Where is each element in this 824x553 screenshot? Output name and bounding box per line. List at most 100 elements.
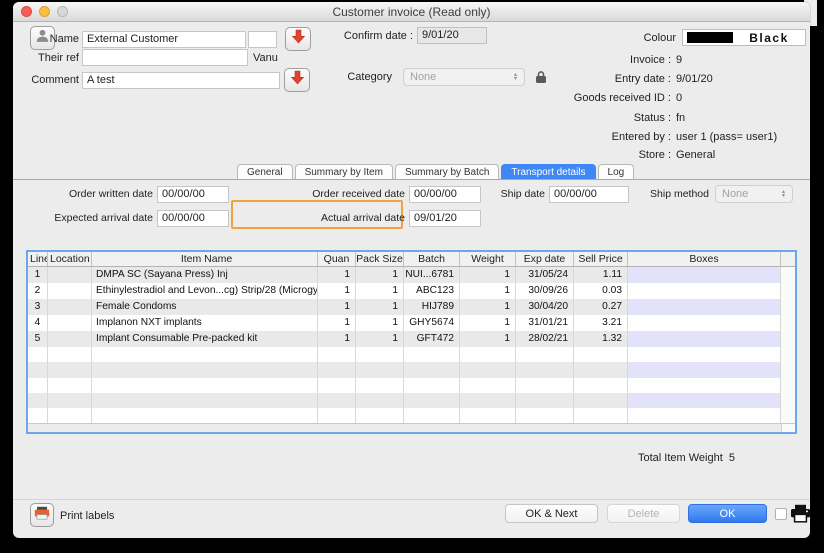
cell-boxes: [628, 315, 781, 331]
column-header-batch[interactable]: Batch: [404, 252, 460, 266]
v-scrollbar[interactable]: [781, 347, 795, 362]
v-scrollbar[interactable]: [781, 331, 795, 347]
table-row-empty[interactable]: [28, 347, 795, 362]
cell-item-name: Implanon NXT implants: [92, 315, 318, 331]
v-scrollbar[interactable]: [781, 408, 795, 423]
cell-item-name: Ethinylestradiol and Levon...cg) Strip/2…: [92, 283, 318, 299]
invoice-lines-table: Line Location Item Name Quan Pack Size B…: [26, 250, 797, 434]
ok-button[interactable]: OK: [688, 504, 767, 523]
column-header-line[interactable]: Line: [28, 252, 48, 266]
column-header-item-name[interactable]: Item Name: [92, 252, 318, 266]
column-header-pack-size[interactable]: Pack Size: [356, 252, 404, 266]
table-row-empty[interactable]: [28, 378, 795, 393]
cell-pack-size: 1: [356, 315, 404, 331]
column-header-weight[interactable]: Weight: [460, 252, 516, 266]
cell-quan: 1: [318, 315, 356, 331]
column-header-location[interactable]: Location: [48, 252, 92, 266]
tab-summary-by-item[interactable]: Summary by Item: [295, 164, 393, 179]
cell-exp-date: 30/09/26: [516, 283, 574, 299]
table-row[interactable]: 3 Female Condoms 1 1 HIJ789 1 30/04/20 0…: [28, 299, 795, 315]
order-written-date-input[interactable]: [157, 186, 229, 203]
cell-batch: HIJ789: [404, 299, 460, 315]
print-icon[interactable]: [790, 504, 810, 523]
order-received-date-label: Order received date: [301, 188, 405, 200]
cell-quan: 1: [318, 299, 356, 315]
store-label: Store :: [131, 149, 671, 161]
tab-transport-details[interactable]: Transport details: [501, 164, 595, 179]
table-row[interactable]: 4 Implanon NXT implants 1 1 GHY5674 1 31…: [28, 315, 795, 331]
expected-arrival-date-input[interactable]: [157, 210, 229, 227]
v-scrollbar[interactable]: [781, 299, 795, 315]
entered-by-value: user 1 (pass= user1): [676, 131, 806, 143]
goods-received-id-value: 0: [676, 92, 806, 104]
screen: Customer invoice (Read only) Name Their …: [0, 0, 824, 553]
order-received-date-input[interactable]: [409, 186, 481, 203]
zoom-window-icon[interactable]: [57, 6, 68, 17]
actual-arrival-date-input[interactable]: [409, 210, 481, 227]
print-labels-button[interactable]: [30, 503, 54, 527]
cell-item-name: Implant Consumable Pre-packed kit: [92, 331, 318, 347]
column-header-quan[interactable]: Quan: [318, 252, 356, 266]
table-row-empty[interactable]: [28, 393, 795, 408]
customer-invoice-window: Customer invoice (Read only) Name Their …: [13, 2, 810, 538]
table-row[interactable]: 5 Implant Consumable Pre-packed kit 1 1 …: [28, 331, 795, 347]
column-header-exp-date[interactable]: Exp date: [516, 252, 574, 266]
colour-select[interactable]: Black: [682, 29, 806, 46]
cell-batch: NUI...6781: [404, 267, 460, 283]
cell-line: 4: [28, 315, 48, 331]
print-checkbox[interactable]: [775, 508, 787, 520]
cell-line: 3: [28, 299, 48, 315]
total-item-weight: Total Item Weight 5: [638, 452, 735, 464]
title-bar[interactable]: Customer invoice (Read only): [13, 2, 810, 22]
tab-summary-by-batch[interactable]: Summary by Batch: [395, 164, 499, 179]
close-window-icon[interactable]: [21, 6, 32, 17]
delete-button[interactable]: Delete: [607, 504, 680, 523]
footer-divider: [13, 499, 810, 500]
minimize-window-icon[interactable]: [39, 6, 50, 17]
cell-exp-date: 31/01/21: [516, 315, 574, 331]
order-written-date-label: Order written date: [13, 188, 153, 200]
v-scrollbar[interactable]: [781, 315, 795, 331]
cell-exp-date: 30/04/20: [516, 299, 574, 315]
scrollbar-corner: [781, 424, 795, 432]
ship-method-select[interactable]: None ▴▾: [715, 185, 793, 203]
cell-location: [48, 315, 92, 331]
v-scrollbar[interactable]: [781, 393, 795, 408]
cell-weight: 1: [460, 299, 516, 315]
v-scrollbar[interactable]: [781, 378, 795, 393]
cell-batch: GHY5674: [404, 315, 460, 331]
ship-date-input[interactable]: [549, 186, 629, 203]
table-row-empty[interactable]: [28, 362, 795, 377]
v-scrollbar[interactable]: [781, 283, 795, 299]
cell-batch: ABC123: [404, 283, 460, 299]
cell-line: 1: [28, 267, 48, 283]
table-row[interactable]: 2 Ethinylestradiol and Levon...cg) Strip…: [28, 283, 795, 299]
colour-row: Colour Black: [136, 29, 806, 46]
table-header: Line Location Item Name Quan Pack Size B…: [28, 252, 795, 267]
actual-arrival-date-label: Actual arrival date: [301, 212, 405, 224]
colour-value: Black: [733, 31, 805, 45]
cell-line: 5: [28, 331, 48, 347]
traffic-lights: [21, 6, 68, 17]
v-scrollbar[interactable]: [781, 267, 795, 283]
column-header-sell-price[interactable]: Sell Price: [574, 252, 628, 266]
ok-and-next-button[interactable]: OK & Next: [505, 504, 598, 523]
tab-general[interactable]: General: [237, 164, 293, 179]
status-value: fn: [676, 112, 806, 124]
column-header-boxes[interactable]: Boxes: [628, 252, 781, 266]
cell-quan: 1: [318, 331, 356, 347]
invoice-value: 9: [676, 54, 806, 66]
invoice-label: Invoice :: [131, 54, 671, 66]
store-value: General: [676, 149, 806, 161]
scrollbar-corner: [781, 252, 795, 266]
h-scrollbar[interactable]: [28, 423, 795, 432]
table-row[interactable]: 1 DMPA SC (Sayana Press) Inj 1 1 NUI...6…: [28, 267, 795, 283]
colour-label: Colour: [136, 32, 676, 44]
tab-log[interactable]: Log: [598, 164, 635, 179]
entered-by-label: Entered by :: [131, 131, 671, 143]
table-row-empty[interactable]: [28, 408, 795, 423]
v-scrollbar[interactable]: [781, 362, 795, 377]
cell-weight: 1: [460, 315, 516, 331]
cell-weight: 1: [460, 331, 516, 347]
cell-boxes: [628, 283, 781, 299]
